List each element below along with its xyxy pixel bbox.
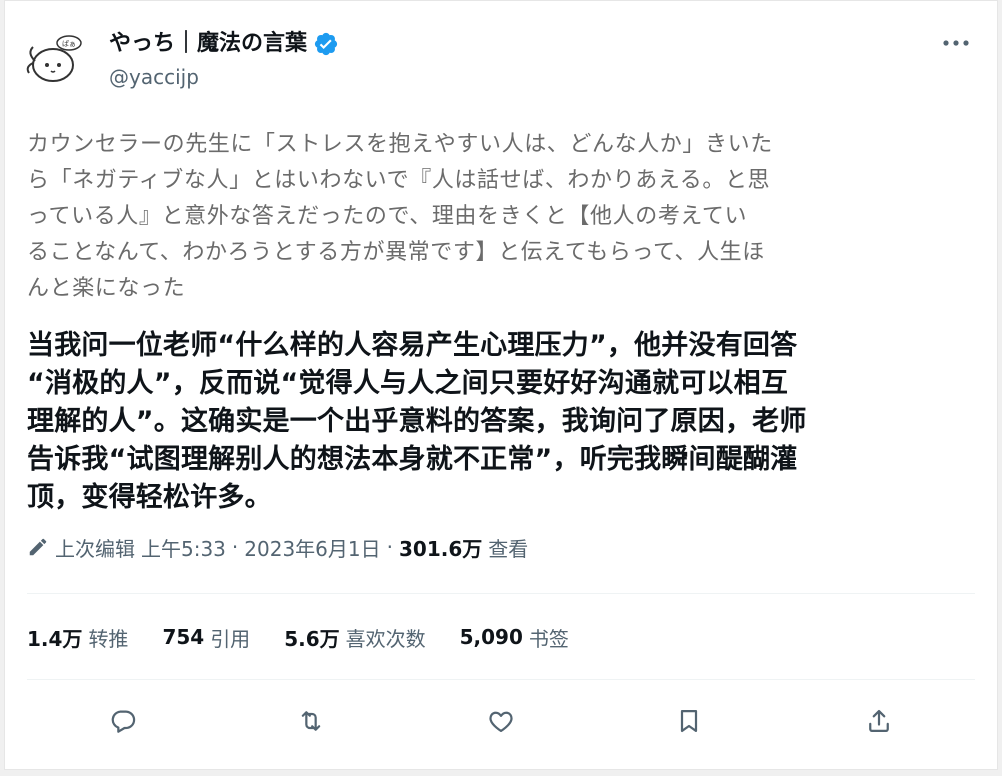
heart-icon <box>489 711 513 733</box>
edited-label[interactable]: 上次编辑 <box>55 533 135 562</box>
likes-label: 喜欢次数 <box>345 626 426 651</box>
engagement-stats: 1.4万 转推 754 引用 5.6万 喜欢次数 5,090 书签 <box>27 621 603 653</box>
retweet-button[interactable] <box>289 699 333 743</box>
author-name-row[interactable]: やっち｜魔法の言葉 <box>109 28 339 60</box>
retweets-count: 1.4万 <box>27 626 83 651</box>
bookmarks-stat[interactable]: 5,090 书签 <box>460 623 569 652</box>
likes-count: 5.6万 <box>284 626 340 651</box>
retweets-stat[interactable]: 1.4万 转推 <box>27 623 128 652</box>
tweet-translation-text: 当我问一位老师“什么样的人容易产生心理压力”，他并没有回答 “消极的人”，反而说… <box>27 330 807 513</box>
like-button[interactable] <box>479 699 523 743</box>
views-label: 查看 <box>488 536 529 561</box>
share-button[interactable] <box>857 699 901 743</box>
reply-button[interactable] <box>101 699 145 743</box>
author-display-name[interactable]: やっち｜魔法の言葉 <box>109 28 307 60</box>
views-count: 301.6万 <box>399 536 483 561</box>
bookmark-icon <box>680 709 698 733</box>
quotes-stat[interactable]: 754 引用 <box>162 623 250 652</box>
retweets-label: 转推 <box>88 626 129 651</box>
action-bar <box>5 699 997 743</box>
meta-separator-2: · <box>386 535 393 559</box>
divider-bottom <box>27 679 975 680</box>
author-handle[interactable]: @yaccijp <box>109 63 199 91</box>
meta-separator-1: · <box>231 535 239 559</box>
author-avatar[interactable]: ぱぁ <box>23 27 87 91</box>
pencil-icon[interactable] <box>27 536 49 558</box>
quotes-count: 754 <box>162 625 205 649</box>
likes-stat[interactable]: 5.6万 喜欢次数 <box>284 623 425 652</box>
share-icon <box>869 709 889 733</box>
tweet-time[interactable]: 上午5:33 <box>141 533 226 562</box>
verified-badge-icon <box>313 31 339 57</box>
retweet-icon <box>301 711 321 731</box>
bookmarks-count: 5,090 <box>459 625 523 649</box>
reply-bubble-icon <box>111 710 136 733</box>
divider-top <box>27 593 975 594</box>
tweet-meta: 上次编辑 上午5:33 · 2023年6月1日 · 301.6万 查看 <box>27 531 528 563</box>
more-dots-icon[interactable] <box>941 33 971 53</box>
bookmarks-label: 书签 <box>528 626 569 651</box>
avatar-speech-text: ぱぁ <box>62 40 76 48</box>
quotes-label: 引用 <box>210 626 251 651</box>
tweet-card: ぱぁ やっち｜魔法の言葉 @yaccijp カウンセラーの先生に「ストレスを抱え… <box>4 0 998 770</box>
avatar-drawing: ぱぁ <box>26 35 82 82</box>
bookmark-button[interactable] <box>667 699 711 743</box>
tweet-original-text: カウンセラーの先生に「ストレスを抱えやすい人は、どんな人か」きいた ら「ネガティ… <box>27 132 773 301</box>
tweet-date[interactable]: 2023年6月1日 <box>244 533 380 562</box>
